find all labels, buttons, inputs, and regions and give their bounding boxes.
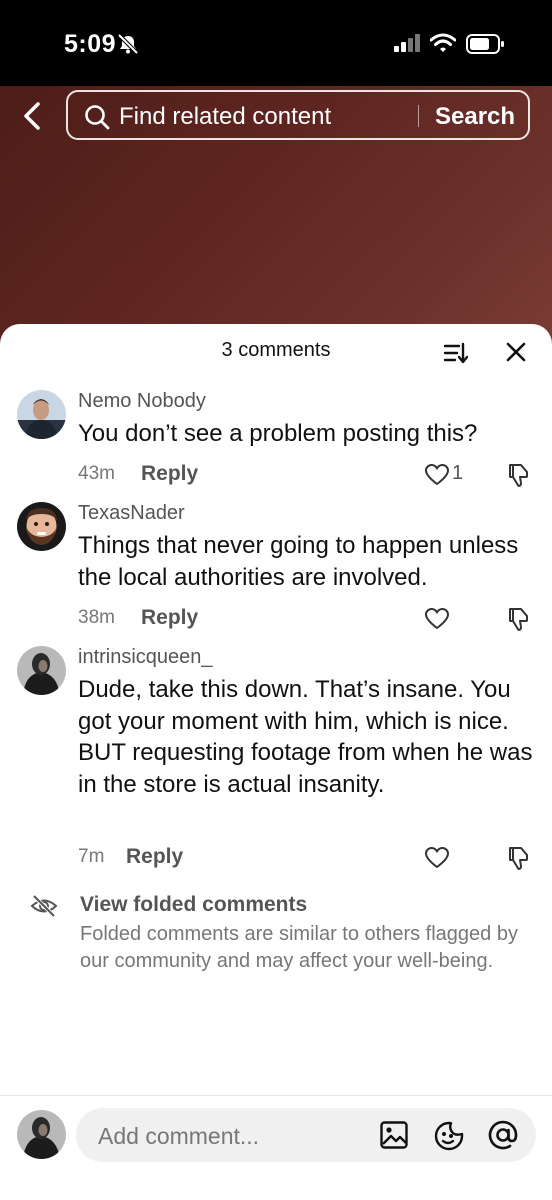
- reply-button[interactable]: Reply: [141, 606, 198, 630]
- folded-comments-description: Folded comments are similar to others fl…: [80, 923, 518, 972]
- status-bar: 5:09: [0, 0, 552, 86]
- comment-username[interactable]: Nemo Nobody: [78, 390, 206, 413]
- comment-composer: Add comment...: [0, 1095, 552, 1200]
- reply-button[interactable]: Reply: [126, 845, 183, 869]
- dislike-icon[interactable]: [506, 845, 532, 871]
- signal-icon: [394, 34, 420, 52]
- heart-icon[interactable]: [424, 463, 450, 487]
- wifi-icon: [430, 33, 456, 52]
- sort-icon[interactable]: [443, 341, 469, 365]
- mention-icon[interactable]: [486, 1118, 520, 1152]
- comments-sheet: 3 comments Nemo Nobody You don’t see a p…: [0, 324, 552, 1200]
- search-input[interactable]: Find related content: [119, 103, 331, 131]
- comments-count-title: 3 comments: [221, 339, 331, 361]
- eye-slash-icon[interactable]: [30, 894, 58, 918]
- add-comment-placeholder[interactable]: Add comment...: [98, 1123, 259, 1150]
- comment-text: You don’t see a problem posting this?: [78, 420, 478, 447]
- dislike-icon[interactable]: [506, 606, 532, 632]
- image-icon[interactable]: [379, 1120, 409, 1150]
- search-button[interactable]: Search: [435, 103, 515, 131]
- comment-time: 7m: [78, 846, 105, 867]
- view-folded-comments-link[interactable]: View folded comments: [80, 893, 307, 917]
- avatar: [17, 1110, 66, 1159]
- comment-time: 38m: [78, 607, 115, 628]
- heart-icon[interactable]: [424, 607, 450, 631]
- dislike-icon[interactable]: [506, 462, 532, 488]
- reply-button[interactable]: Reply: [141, 462, 198, 486]
- add-comment-input[interactable]: Add comment...: [76, 1108, 536, 1162]
- search-divider: [418, 105, 419, 127]
- comment-text: Dude, take this down. That’s insane. You…: [78, 676, 533, 798]
- close-icon[interactable]: [505, 341, 527, 363]
- emoji-icon[interactable]: [433, 1120, 465, 1152]
- comment-text: Things that never going to happen unless…: [78, 532, 519, 591]
- avatar[interactable]: [17, 390, 66, 439]
- avatar[interactable]: [17, 502, 66, 551]
- search-bar[interactable]: Find related content Search: [66, 90, 530, 140]
- status-time: 5:09: [64, 30, 117, 58]
- battery-icon: [466, 34, 504, 54]
- avatar[interactable]: [17, 646, 66, 695]
- back-chevron-icon[interactable]: [18, 100, 48, 132]
- like-count: 1: [452, 462, 464, 484]
- bell-slash-icon: [117, 34, 139, 54]
- search-icon: [85, 105, 110, 130]
- heart-icon[interactable]: [424, 846, 450, 870]
- comment-username[interactable]: intrinsicqueen_: [78, 646, 213, 669]
- comment-time: 43m: [78, 463, 115, 484]
- comment-username[interactable]: TexasNader: [78, 502, 185, 525]
